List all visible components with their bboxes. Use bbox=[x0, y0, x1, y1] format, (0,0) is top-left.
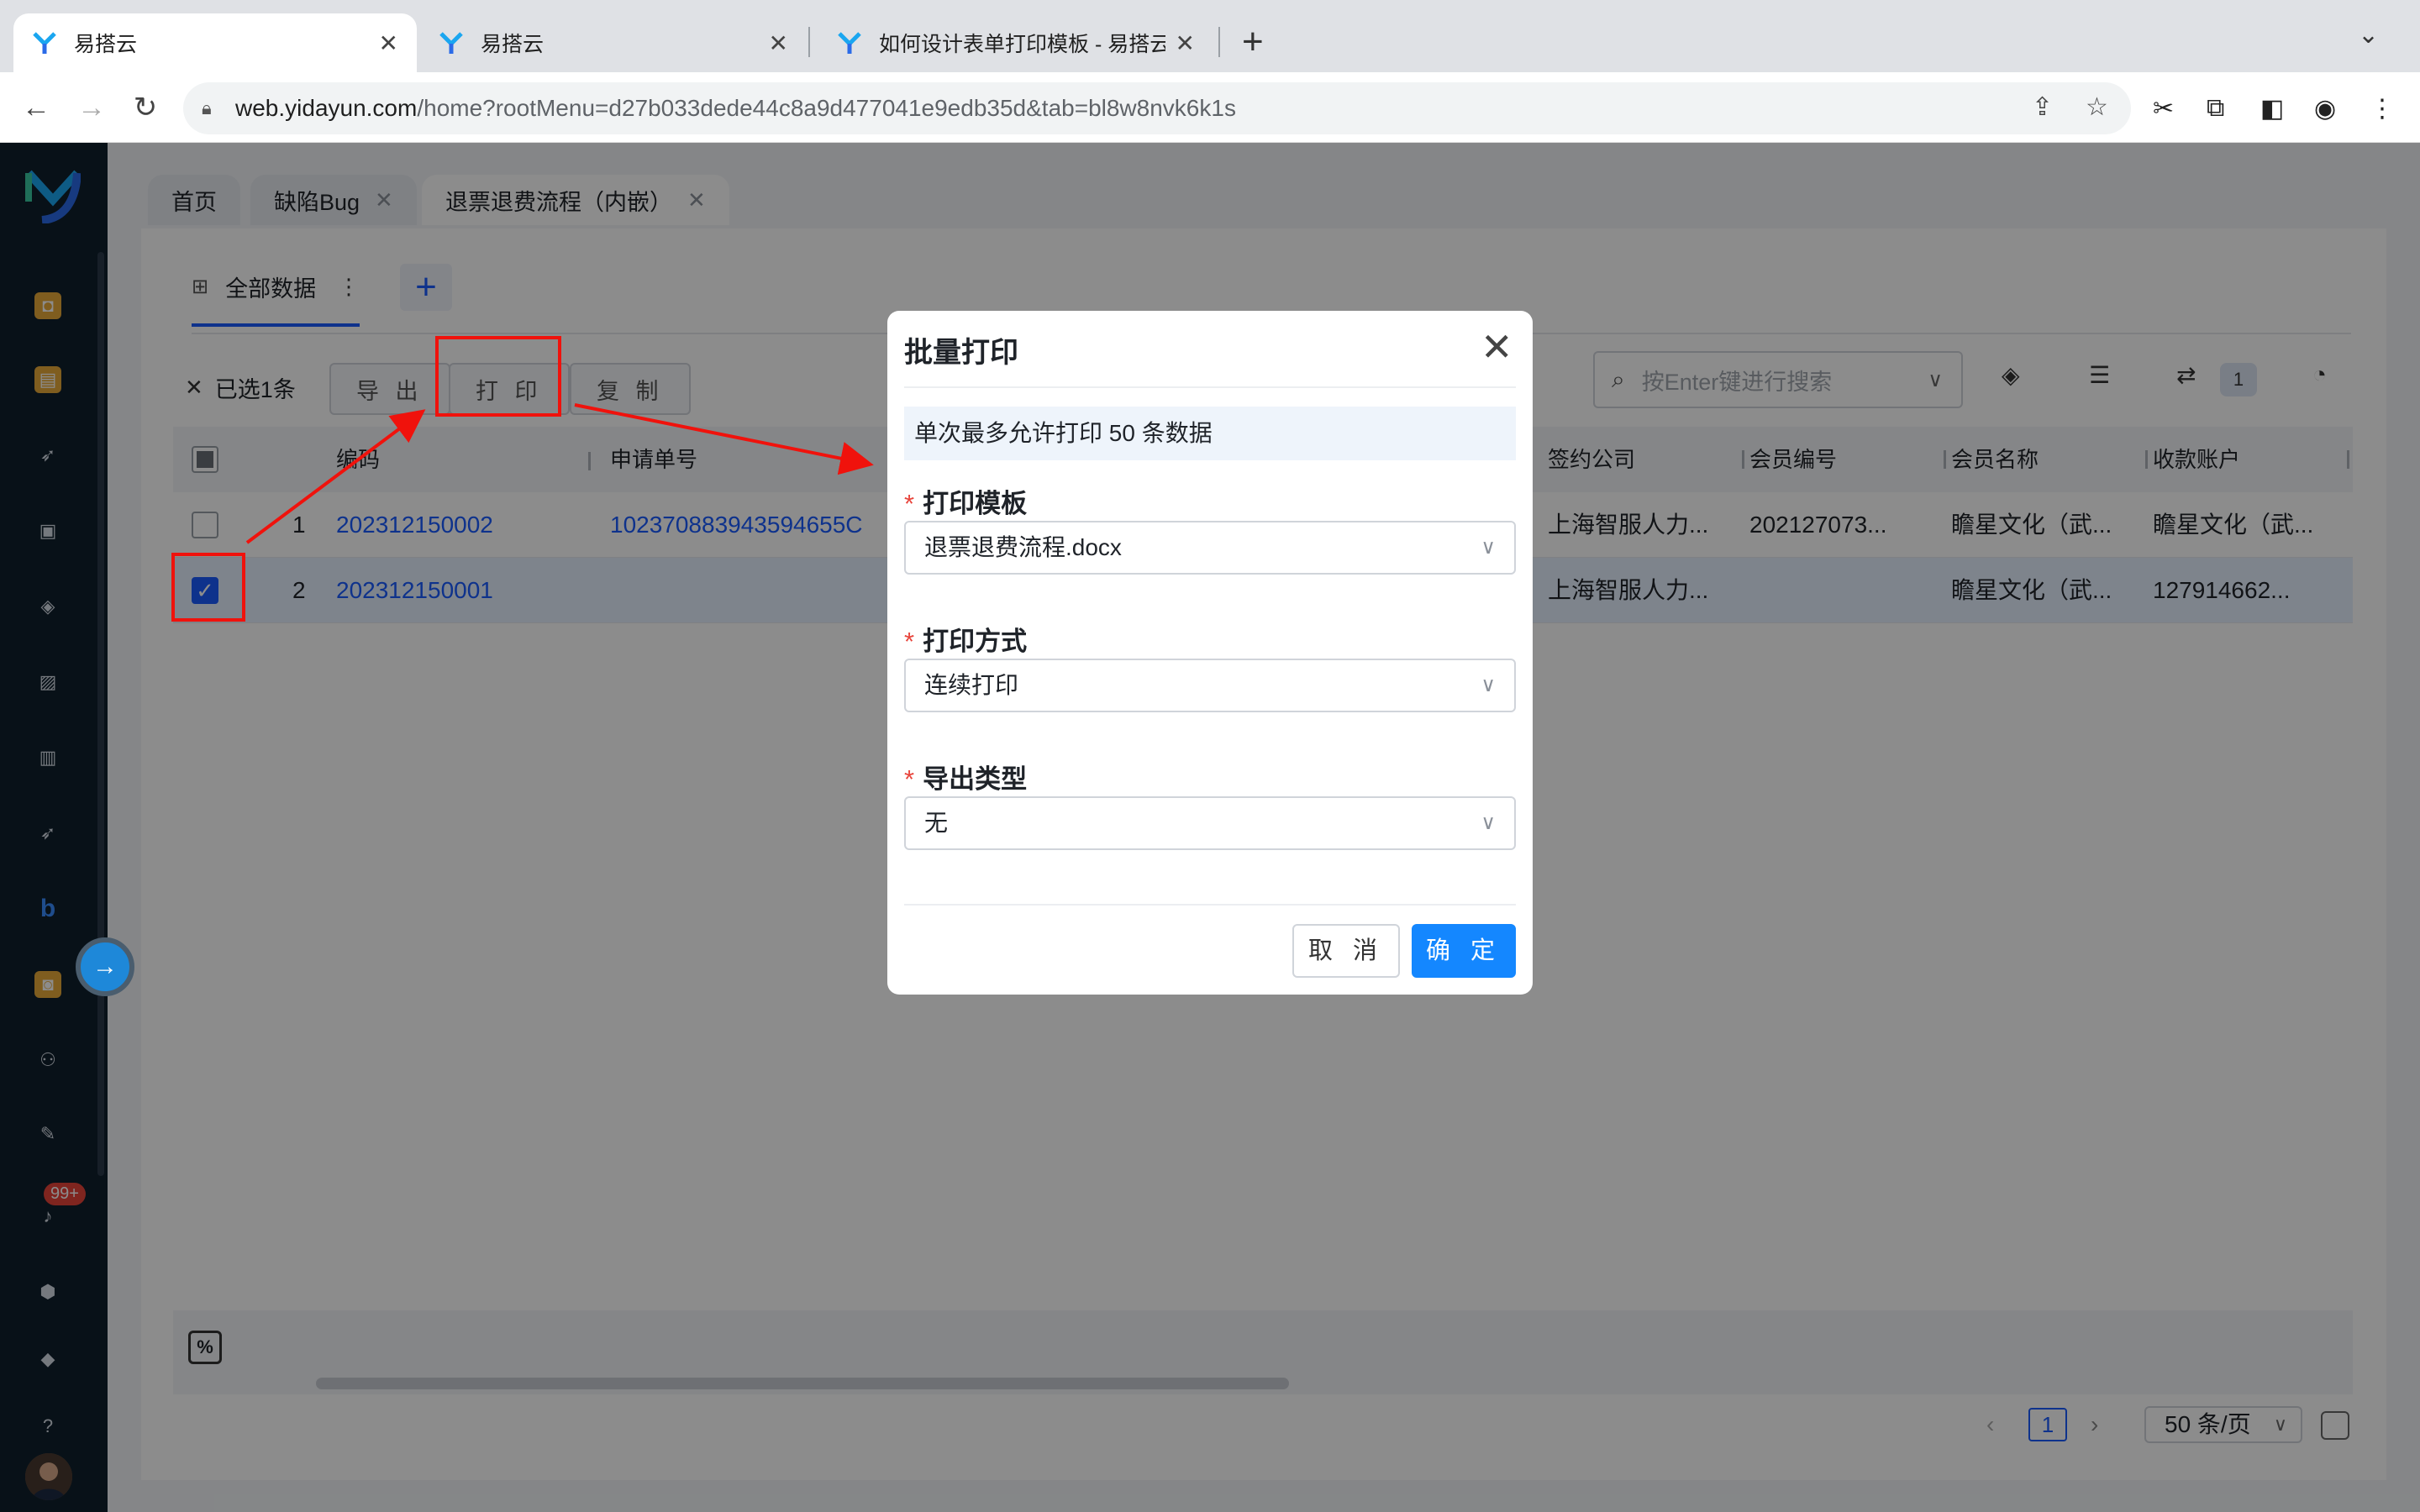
field-label-text: 打印模板 bbox=[923, 489, 1028, 518]
lock-icon: 🔒︎ bbox=[202, 97, 212, 118]
tab-separator bbox=[1218, 27, 1220, 57]
browser-tab-title: 如何设计表单打印模板 - 易搭云 bbox=[879, 33, 1165, 56]
field-label-text: 导出类型 bbox=[923, 764, 1028, 794]
reload-icon[interactable]: ↻ bbox=[124, 84, 166, 131]
share-icon[interactable]: ⇪ bbox=[2032, 92, 2053, 122]
browser-tab-2[interactable]: 易搭云 ✕ bbox=[420, 13, 807, 72]
url-text: web.yidayun.com/home?rootMenu=d27b033ded… bbox=[235, 95, 1236, 122]
browser-tab-3[interactable]: 如何设计表单打印模板 - 易搭云 ✕ bbox=[818, 13, 1213, 72]
close-icon[interactable]: ✕ bbox=[1481, 326, 1513, 368]
field-label-template: * 打印模板 bbox=[904, 482, 1027, 520]
confirm-button[interactable]: 确 定 bbox=[1412, 924, 1516, 978]
yidayun-favicon-icon bbox=[439, 32, 463, 54]
required-marker: * bbox=[904, 489, 915, 518]
annotation-box-print bbox=[435, 336, 561, 417]
divider bbox=[904, 386, 1516, 388]
close-tab-icon[interactable]: ✕ bbox=[1176, 29, 1195, 57]
browser-toolbar: ← → ↻ 🔒︎ web.yidayun.com/home?rootMenu=d… bbox=[0, 72, 2420, 143]
scissors-extension-icon[interactable]: ✂ bbox=[2153, 94, 2174, 123]
batch-print-dialog: 批量打印 ✕ 单次最多允许打印 50 条数据 * 打印模板 退票退费流程.docx… bbox=[887, 311, 1533, 995]
bookmark-star-icon[interactable]: ☆ bbox=[2086, 92, 2108, 122]
print-mode-select[interactable]: 连续打印 ∨ bbox=[904, 659, 1516, 712]
profile-icon[interactable]: ◉ bbox=[2314, 94, 2336, 123]
print-template-select[interactable]: 退票退费流程.docx ∨ bbox=[904, 521, 1516, 575]
field-label-print-mode: * 打印方式 bbox=[904, 620, 1027, 658]
required-marker: * bbox=[904, 627, 915, 656]
browser-menu-icon[interactable]: ⋮ bbox=[2370, 94, 2395, 123]
yidayun-favicon-icon bbox=[33, 32, 56, 54]
back-arrow-icon[interactable]: ← bbox=[15, 84, 57, 131]
chevron-down-icon: ∨ bbox=[1481, 674, 1496, 696]
print-limit-notice: 单次最多允许打印 50 条数据 bbox=[904, 407, 1516, 460]
url-path: /home?rootMenu=d27b033dede44c8a9d477041e… bbox=[417, 95, 1236, 121]
browser-tab-strip: 易搭云 ✕ 易搭云 ✕ 如何设计表单打印模板 - 易搭云 ✕ + ⌄ bbox=[0, 0, 2420, 72]
tab-search-chevron-icon[interactable]: ⌄ bbox=[2358, 20, 2379, 50]
field-label-export-type: * 导出类型 bbox=[904, 758, 1027, 795]
side-panel-icon[interactable]: ◧ bbox=[2260, 94, 2284, 123]
url-host: web.yidayun.com bbox=[235, 95, 418, 121]
cancel-button[interactable]: 取 消 bbox=[1292, 924, 1400, 978]
close-tab-icon[interactable]: ✕ bbox=[379, 29, 398, 57]
expand-sidebar-arrow-icon[interactable]: → bbox=[76, 937, 134, 996]
chevron-down-icon: ∨ bbox=[1481, 811, 1496, 834]
select-value: 连续打印 bbox=[924, 672, 1019, 698]
tab-separator bbox=[808, 27, 810, 57]
close-tab-icon[interactable]: ✕ bbox=[769, 29, 788, 57]
address-bar[interactable]: 🔒︎ web.yidayun.com/home?rootMenu=d27b033… bbox=[183, 82, 2131, 134]
browser-tab-title: 易搭云 bbox=[74, 33, 138, 56]
puzzle-extensions-icon[interactable]: ⧉ bbox=[2207, 94, 2224, 123]
field-label-text: 打印方式 bbox=[923, 627, 1028, 656]
required-marker: * bbox=[904, 764, 915, 794]
select-value: 无 bbox=[924, 810, 949, 836]
dialog-title: 批量打印 bbox=[904, 337, 1018, 369]
chevron-down-icon: ∨ bbox=[1481, 536, 1496, 559]
export-type-select[interactable]: 无 ∨ bbox=[904, 796, 1516, 850]
browser-tab-1[interactable]: 易搭云 ✕ bbox=[13, 13, 417, 72]
annotation-box-checkbox bbox=[171, 553, 245, 622]
forward-arrow-icon[interactable]: → bbox=[71, 84, 113, 131]
divider bbox=[904, 904, 1516, 906]
new-tab-icon[interactable]: + bbox=[1242, 20, 1264, 64]
browser-tab-title: 易搭云 bbox=[481, 33, 544, 56]
yidayun-favicon-icon bbox=[838, 32, 861, 54]
select-value: 退票退费流程.docx bbox=[924, 534, 1122, 560]
